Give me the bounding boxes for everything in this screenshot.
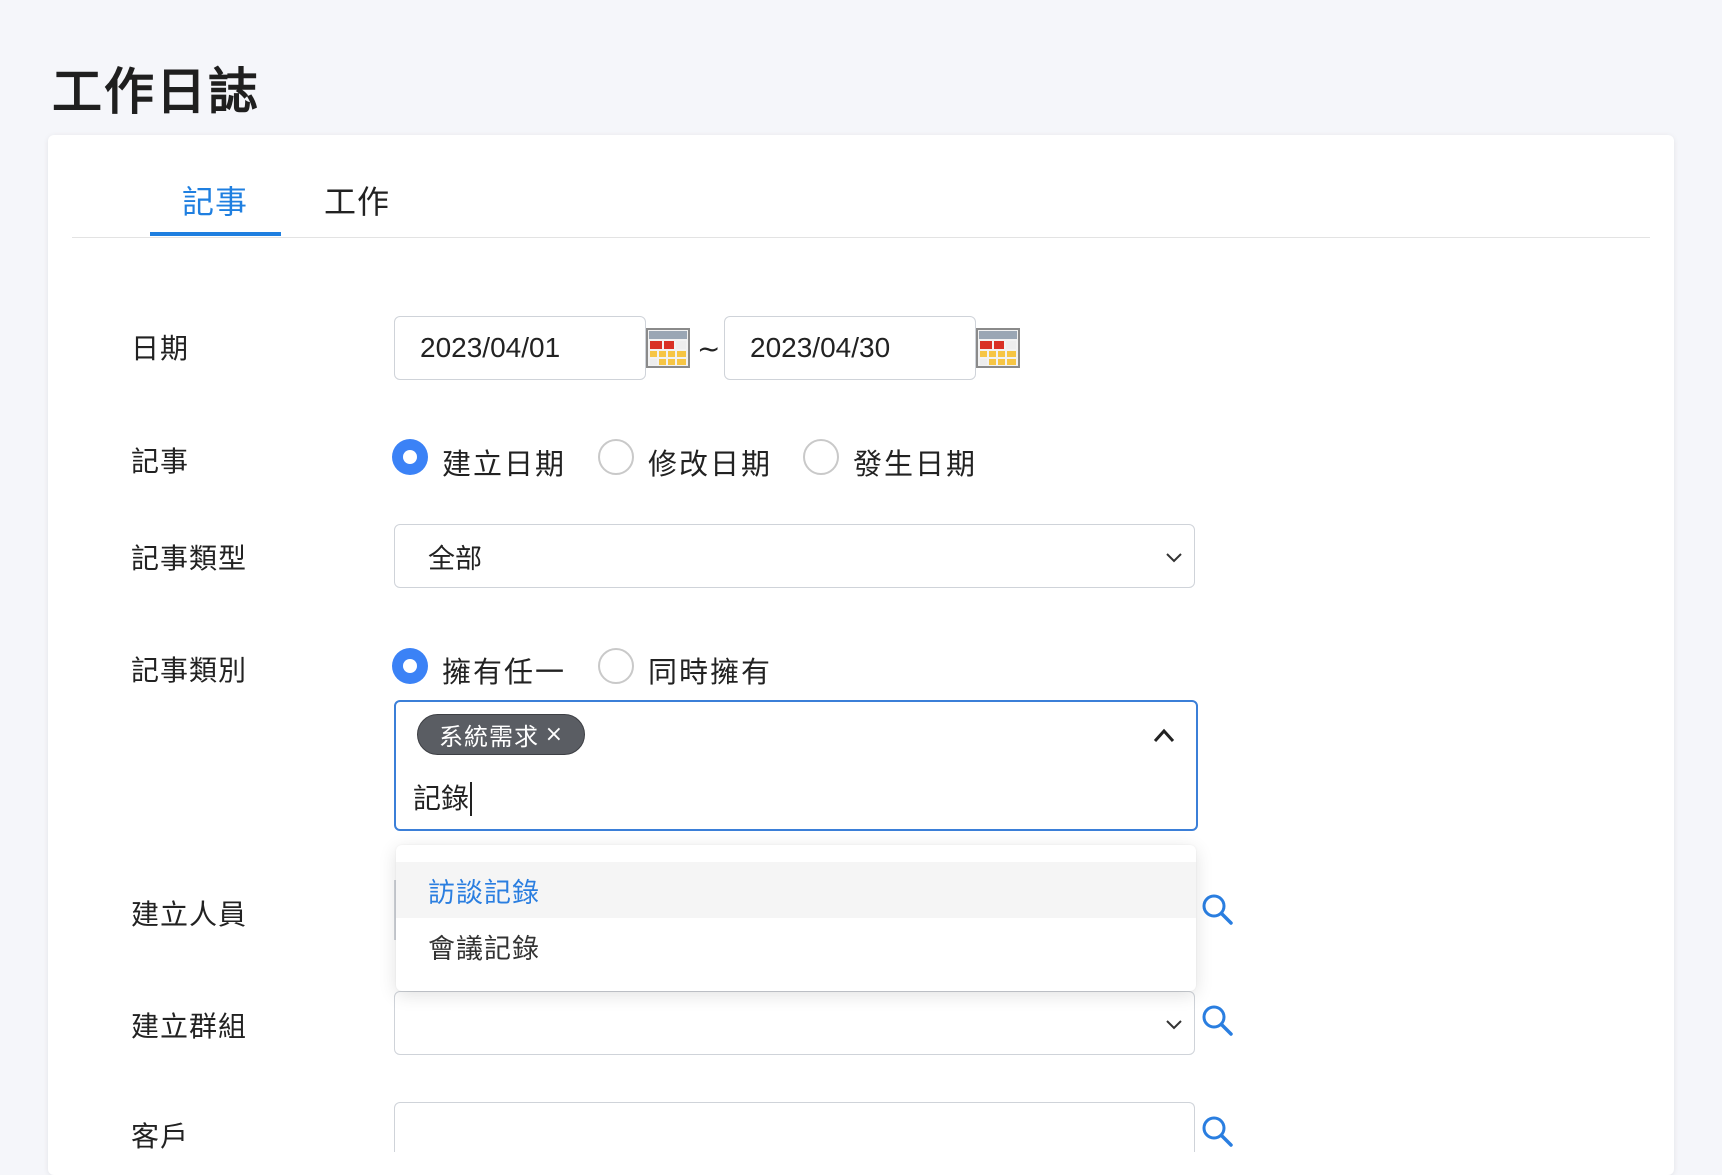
creator-group-label: 建立群組 [131, 1010, 248, 1043]
creator-group-select[interactable] [394, 991, 1195, 1055]
calendar-icon[interactable] [646, 328, 690, 368]
calendar-icon[interactable] [976, 328, 1020, 368]
radio-occurred-date[interactable] [803, 439, 839, 475]
active-tab-indicator [150, 232, 281, 236]
chevron-down-icon [1166, 553, 1182, 563]
radio-modified-date[interactable] [598, 439, 634, 475]
note-type-select[interactable]: 全部 [394, 524, 1195, 588]
suggestion-item[interactable]: 訪談記錄 [396, 862, 1196, 918]
search-icon[interactable] [1200, 1114, 1234, 1148]
date-label: 日期 [131, 332, 190, 365]
customer-input[interactable] [394, 1102, 1195, 1152]
note-category-label: 記事類別 [131, 654, 248, 687]
radio-created-date[interactable] [392, 439, 428, 475]
radio-has-any[interactable] [392, 648, 428, 684]
note-type-selected-value: 全部 [428, 543, 482, 575]
end-date-input[interactable]: 2023/04/30 [724, 316, 976, 380]
page-title: 工作日誌 [52, 63, 260, 121]
radio-modified-date-label[interactable]: 修改日期 [648, 441, 772, 483]
chevron-up-icon[interactable] [1150, 722, 1178, 750]
search-icon[interactable] [1200, 892, 1234, 926]
suggestion-item[interactable]: 會議記錄 [396, 918, 1196, 974]
category-chip: 系統需求 × [417, 714, 585, 755]
tab-notes[interactable]: 記事 [182, 177, 248, 223]
radio-created-date-label[interactable]: 建立日期 [442, 441, 566, 483]
start-date-input[interactable]: 2023/04/01 [394, 316, 646, 380]
category-multiselect[interactable]: 系統需求 × 記錄 [394, 700, 1198, 831]
search-icon[interactable] [1200, 1003, 1234, 1037]
radio-occurred-date-label[interactable]: 發生日期 [853, 441, 977, 483]
creator-label: 建立人員 [131, 898, 248, 931]
category-suggestions-dropdown: 訪談記錄 會議記錄 [396, 845, 1196, 991]
note-type-label: 記事類型 [131, 542, 248, 575]
tab-work[interactable]: 工作 [324, 177, 390, 223]
note-date-type-label: 記事 [131, 445, 190, 478]
chevron-down-icon [1166, 1020, 1182, 1030]
customer-label: 客戶 [131, 1120, 190, 1153]
radio-has-any-label[interactable]: 擁有任一 [442, 649, 566, 691]
radio-has-all[interactable] [598, 648, 634, 684]
date-range-separator: ~ [697, 332, 721, 365]
chip-label: 系統需求 [439, 723, 539, 751]
category-search-input[interactable]: 記錄 [413, 782, 473, 816]
radio-has-all-label[interactable]: 同時擁有 [648, 649, 772, 691]
chip-remove-icon[interactable]: × [545, 722, 564, 747]
tab-bar: 記事 工作 [72, 135, 1650, 238]
